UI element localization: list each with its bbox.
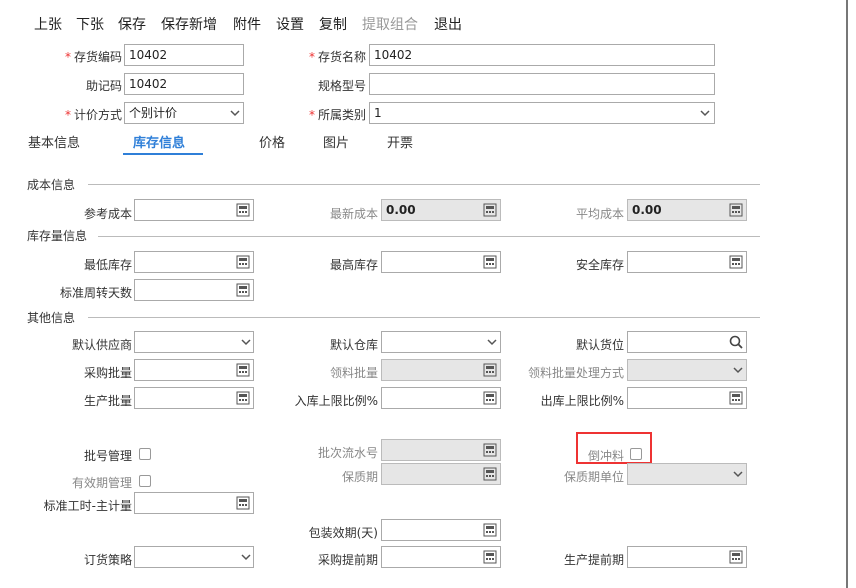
save-new-button[interactable]: 保存新增 xyxy=(161,14,217,34)
turnover-days-label: 标准周转天数 xyxy=(59,286,132,300)
exit-button[interactable]: 退出 xyxy=(434,14,462,34)
extract-combo-button[interactable]: 提取组合 xyxy=(362,14,418,34)
next-button[interactable]: 下张 xyxy=(76,14,104,34)
calculator-icon[interactable] xyxy=(483,391,497,405)
mnemonic-input[interactable]: 10402 xyxy=(124,73,244,95)
tab-price[interactable]: 价格 xyxy=(259,132,285,151)
pick-batch-label: 领料批量 xyxy=(329,366,378,380)
batch-serial-label: 批次流水号 xyxy=(317,446,378,460)
expiry-mgmt-checkbox[interactable] xyxy=(139,475,151,487)
max-stock-label: 最高库存 xyxy=(329,258,378,272)
ref-cost-label: 参考成本 xyxy=(83,207,132,221)
in-ratio-label: 入库上限比例% xyxy=(294,394,378,408)
default-location-label: 默认货位 xyxy=(575,338,624,352)
prev-button[interactable]: 上张 xyxy=(34,14,62,34)
tab-image[interactable]: 图片 xyxy=(323,132,349,151)
section-other-title: 其他信息 xyxy=(27,311,76,325)
calculator-icon[interactable] xyxy=(236,203,250,217)
batch-mgmt-label: 批号管理 xyxy=(83,449,132,463)
required-mark: * xyxy=(64,50,71,64)
search-icon[interactable] xyxy=(729,335,743,349)
out-ratio-label: 出库上限比例% xyxy=(540,394,624,408)
default-supplier-label: 默认供应商 xyxy=(71,338,132,352)
safe-stock-label: 安全库存 xyxy=(575,258,624,272)
shelf-unit-label: 保质期单位 xyxy=(563,470,624,484)
tab-basic-info[interactable]: 基本信息 xyxy=(28,132,80,151)
chevron-down-icon xyxy=(230,110,240,117)
chevron-down-icon xyxy=(487,339,497,346)
spec-label: 规格型号 xyxy=(317,79,366,93)
chevron-down-icon xyxy=(733,367,743,374)
highlight-box xyxy=(576,432,652,464)
chevron-down-icon xyxy=(700,110,710,117)
pick-method-select xyxy=(627,359,747,381)
section-cost-title: 成本信息 xyxy=(27,178,76,192)
shelf-life-label: 保质期 xyxy=(341,470,378,484)
calculator-icon[interactable] xyxy=(236,363,250,377)
purchase-batch-label: 采购批量 xyxy=(83,366,132,380)
prod-lead-label: 生产提前期 xyxy=(563,553,624,567)
active-tab-indicator xyxy=(123,153,203,155)
calculator-icon[interactable] xyxy=(236,496,250,510)
chevron-down-icon xyxy=(733,471,743,478)
pick-method-label: 领料批量处理方式 xyxy=(527,366,624,380)
order-policy-select[interactable] xyxy=(134,546,254,568)
calculator-icon[interactable] xyxy=(483,523,497,537)
calculator-icon xyxy=(729,203,743,217)
chevron-down-icon xyxy=(241,554,251,561)
code-input[interactable]: 10402 xyxy=(124,44,244,66)
section-stock-title: 库存量信息 xyxy=(27,229,88,243)
name-label: * 存货名称 xyxy=(308,50,366,64)
code-label: * 存货编码 xyxy=(64,50,122,64)
tab-inventory-info[interactable]: 库存信息 xyxy=(133,132,185,151)
calculator-icon[interactable] xyxy=(236,283,250,297)
pack-expiry-label: 包装效期(天) xyxy=(308,526,378,540)
copy-button[interactable]: 复制 xyxy=(319,14,347,34)
calculator-icon xyxy=(483,203,497,217)
avg-cost-label: 平均成本 xyxy=(575,207,624,221)
batch-mgmt-checkbox[interactable] xyxy=(139,448,151,460)
name-input[interactable]: 10402 xyxy=(369,44,715,66)
chevron-down-icon xyxy=(241,339,251,346)
section-divider xyxy=(98,236,760,237)
spec-input[interactable] xyxy=(369,73,715,95)
calculator-icon[interactable] xyxy=(729,255,743,269)
purchase-lead-label: 采购提前期 xyxy=(317,553,378,567)
default-warehouse-select[interactable] xyxy=(381,331,501,353)
calculator-icon xyxy=(483,467,497,481)
default-supplier-select[interactable] xyxy=(134,331,254,353)
section-divider xyxy=(88,184,760,185)
category-label: * 所属类别 xyxy=(308,108,366,122)
calculator-icon xyxy=(483,443,497,457)
attachment-button[interactable]: 附件 xyxy=(233,14,261,34)
calculator-icon[interactable] xyxy=(483,550,497,564)
order-policy-label: 订货策略 xyxy=(83,553,132,567)
mnemonic-label: 助记码 xyxy=(85,79,122,93)
calculator-icon[interactable] xyxy=(483,255,497,269)
min-stock-label: 最低库存 xyxy=(83,258,132,272)
pricing-label: * 计价方式 xyxy=(64,108,122,122)
tab-invoice[interactable]: 开票 xyxy=(387,132,413,151)
category-select[interactable]: 1 xyxy=(369,102,715,124)
save-button[interactable]: 保存 xyxy=(118,14,146,34)
latest-cost-label: 最新成本 xyxy=(329,207,378,221)
calculator-icon[interactable] xyxy=(236,391,250,405)
calculator-icon[interactable] xyxy=(729,391,743,405)
expiry-mgmt-label: 有效期管理 xyxy=(71,476,132,490)
settings-button[interactable]: 设置 xyxy=(276,14,304,34)
default-warehouse-label: 默认仓库 xyxy=(329,338,378,352)
calculator-icon[interactable] xyxy=(236,255,250,269)
calculator-icon[interactable] xyxy=(729,550,743,564)
pricing-select[interactable]: 个别计价 xyxy=(124,102,244,124)
calculator-icon xyxy=(483,363,497,377)
prod-batch-label: 生产批量 xyxy=(83,394,132,408)
section-divider xyxy=(88,317,760,318)
std-hours-label: 标准工时-主计量 xyxy=(43,499,132,513)
shelf-unit-select xyxy=(627,463,747,485)
